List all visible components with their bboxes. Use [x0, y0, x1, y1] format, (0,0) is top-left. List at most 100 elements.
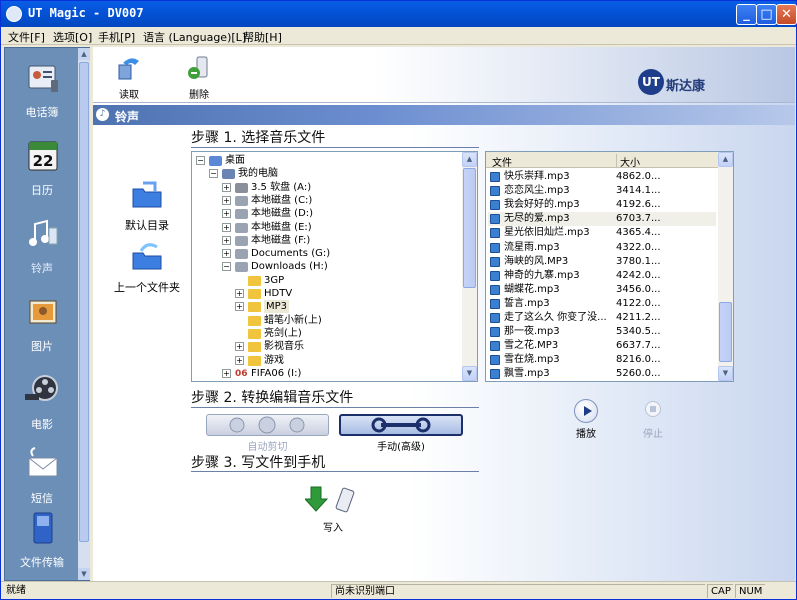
expand-icon[interactable]: +	[222, 209, 231, 219]
tree-node[interactable]: + 本地磁盘 (E:)	[192, 221, 462, 234]
file-row[interactable]: 恋恋风尘.mp3 3414.1...	[488, 184, 716, 198]
play-button[interactable]	[574, 399, 598, 423]
sidebar-item-movie[interactable]: 电影	[5, 370, 79, 440]
expand-icon[interactable]: +	[222, 368, 231, 378]
menu-language[interactable]: 语言 (Language)[L]	[143, 29, 246, 45]
tree-scrollbar[interactable]: ▲ ▼	[462, 152, 477, 381]
scroll-up-arrow-icon[interactable]: ▲	[718, 152, 733, 167]
tree-scroll-thumb[interactable]	[463, 168, 476, 288]
column-header-file[interactable]: 文件	[492, 154, 512, 169]
tree-node[interactable]: − 我的电脑	[192, 167, 462, 180]
sidebar-item-file-transfer[interactable]: 文件传输	[5, 508, 79, 578]
file-row[interactable]: 飘雪.mp3 5260.0...	[488, 367, 716, 381]
tree-node[interactable]: +06 FIFA06 (I:)	[192, 367, 462, 380]
tree-node[interactable]: + 影视音乐	[192, 340, 462, 353]
scroll-down-arrow-icon[interactable]: ▼	[78, 568, 90, 580]
file-row[interactable]: 雪之花.MP3 6637.7...	[488, 339, 716, 353]
scroll-up-arrow-icon[interactable]: ▲	[78, 48, 90, 60]
tree-node[interactable]: − Downloads (H:)	[192, 260, 462, 273]
file-row[interactable]: 海峡的风.MP3 3780.1...	[488, 255, 716, 269]
sidebar-item-sms[interactable]: 短信	[5, 444, 79, 514]
manual-advanced-button[interactable]	[339, 414, 463, 436]
file-list-scrollbar[interactable]: ▲ ▼	[718, 152, 733, 381]
tree-node-label: 本地磁盘 (E:)	[251, 221, 312, 233]
expand-icon[interactable]: +	[222, 249, 231, 259]
title-bar[interactable]: UT Magic - DV007 _ □ ✕	[1, 1, 797, 27]
drive-icon	[235, 262, 248, 273]
tree-node[interactable]: + 本地磁盘 (D:)	[192, 207, 462, 220]
file-list-scroll-thumb[interactable]	[719, 302, 732, 362]
file-list[interactable]: 文件 大小 快乐崇拜.mp3 4862.0... 恋恋风尘.mp3 3414.1...…	[485, 151, 734, 382]
section-title: 铃声	[115, 110, 140, 124]
close-button[interactable]: ✕	[776, 4, 797, 25]
collapse-icon[interactable]: −	[222, 262, 231, 272]
tree-node[interactable]: + 游戏	[192, 354, 462, 367]
menu-options[interactable]: 选项[O]	[53, 29, 92, 45]
sidebar-scroll-thumb[interactable]	[79, 62, 89, 542]
sidebar-item-phonebook[interactable]: 电话簿	[5, 58, 79, 128]
section-header: ♪ 铃声	[93, 105, 795, 125]
read-button[interactable]: 读取	[107, 55, 151, 101]
fifa-icon: 06	[235, 368, 248, 379]
drive-icon	[235, 249, 248, 260]
folder-tree[interactable]: − 桌面 − 我的电脑 +3.5 软盘 (A:) + 本地磁盘 (C:) + 本地磁盘 (D:)…	[191, 151, 478, 382]
file-name: 海峡的风.MP3	[504, 255, 569, 267]
file-row[interactable]: 神奇的九寨.mp3 4242.0...	[488, 269, 716, 283]
expand-icon[interactable]: +	[235, 289, 244, 298]
file-row[interactable]: 星光依旧灿烂.mp3 4365.4...	[488, 226, 716, 240]
file-row[interactable]: 无尽的爱.mp3 6703.7...	[488, 212, 716, 227]
scroll-down-arrow-icon[interactable]: ▼	[462, 366, 477, 381]
collapse-icon[interactable]: −	[209, 169, 218, 179]
sidebar-item-calendar[interactable]: 22 日历	[5, 136, 79, 206]
tree-node[interactable]: + Documents (G:)	[192, 247, 462, 260]
write-button[interactable]	[303, 485, 361, 517]
tree-node[interactable]: + MP3	[192, 300, 462, 314]
audio-file-icon	[490, 228, 500, 239]
column-header-size[interactable]: 大小	[616, 154, 640, 169]
expand-icon[interactable]: +	[222, 222, 231, 232]
delete-button[interactable]: 删除	[177, 55, 221, 101]
minimize-button[interactable]: _	[736, 4, 757, 25]
expand-icon[interactable]: +	[222, 182, 231, 192]
stop-button[interactable]	[645, 401, 661, 417]
file-row[interactable]: 流星雨.mp3 4322.0...	[488, 241, 716, 255]
step-1-title: 步骤 1. 选择音乐文件	[191, 130, 326, 146]
tree-node[interactable]: 蜡笔小新(上)	[192, 314, 462, 327]
menu-help[interactable]: 帮助[H]	[243, 29, 282, 45]
file-row[interactable]: 快乐崇拜.mp3 4862.0...	[488, 170, 716, 184]
menu-file[interactable]: 文件[F]	[8, 29, 45, 45]
tree-node[interactable]: + HDTV	[192, 287, 462, 300]
tree-node[interactable]: + 本地磁盘 (C:)	[192, 194, 462, 207]
sidebar-item-ringtone[interactable]: 铃声	[5, 214, 79, 284]
auto-cut-button[interactable]	[206, 414, 329, 436]
tree-node[interactable]: − 桌面	[192, 154, 462, 167]
sidebar-scrollbar[interactable]: ▲ ▼	[78, 48, 90, 580]
file-size: 6703.7...	[616, 213, 661, 225]
expand-icon[interactable]: +	[235, 302, 244, 312]
file-row[interactable]: 雪在烧.mp3 8216.0...	[488, 353, 716, 367]
tree-node[interactable]: 亮剑(上)	[192, 327, 462, 340]
menu-phone[interactable]: 手机[P]	[98, 29, 135, 45]
tree-node[interactable]: + 本地磁盘 (F:)	[192, 234, 462, 247]
file-row[interactable]: 誓言.mp3 4122.0...	[488, 297, 716, 311]
file-row[interactable]: 走了这么久 你变了没... 4211.2...	[488, 311, 716, 325]
utstarcom-logo: UT 斯达康	[638, 69, 728, 95]
scroll-down-arrow-icon[interactable]: ▼	[718, 366, 733, 381]
folder-icon	[248, 289, 261, 299]
parent-folder-label: 上一个文件夹	[114, 281, 180, 294]
file-row[interactable]: 那一夜.mp3 5340.5...	[488, 325, 716, 339]
expand-icon[interactable]: +	[235, 342, 244, 352]
collapse-icon[interactable]: −	[196, 156, 205, 165]
tree-node[interactable]: 3GP	[192, 274, 462, 287]
tree-node[interactable]: +3.5 软盘 (A:)	[192, 181, 462, 194]
section-icon: ♪	[96, 108, 109, 121]
expand-icon[interactable]: +	[235, 355, 244, 365]
maximize-button[interactable]: □	[756, 4, 777, 25]
file-row[interactable]: 蝴蝶花.mp3 3456.0...	[488, 283, 716, 297]
scroll-up-arrow-icon[interactable]: ▲	[462, 152, 477, 167]
file-row[interactable]: 我会好好的.mp3 4192.6...	[488, 198, 716, 212]
expand-icon[interactable]: +	[222, 195, 231, 205]
tree-node-label: 蜡笔小新(上)	[264, 314, 322, 326]
expand-icon[interactable]: +	[222, 235, 231, 245]
sidebar-item-pictures[interactable]: 图片	[5, 292, 79, 362]
